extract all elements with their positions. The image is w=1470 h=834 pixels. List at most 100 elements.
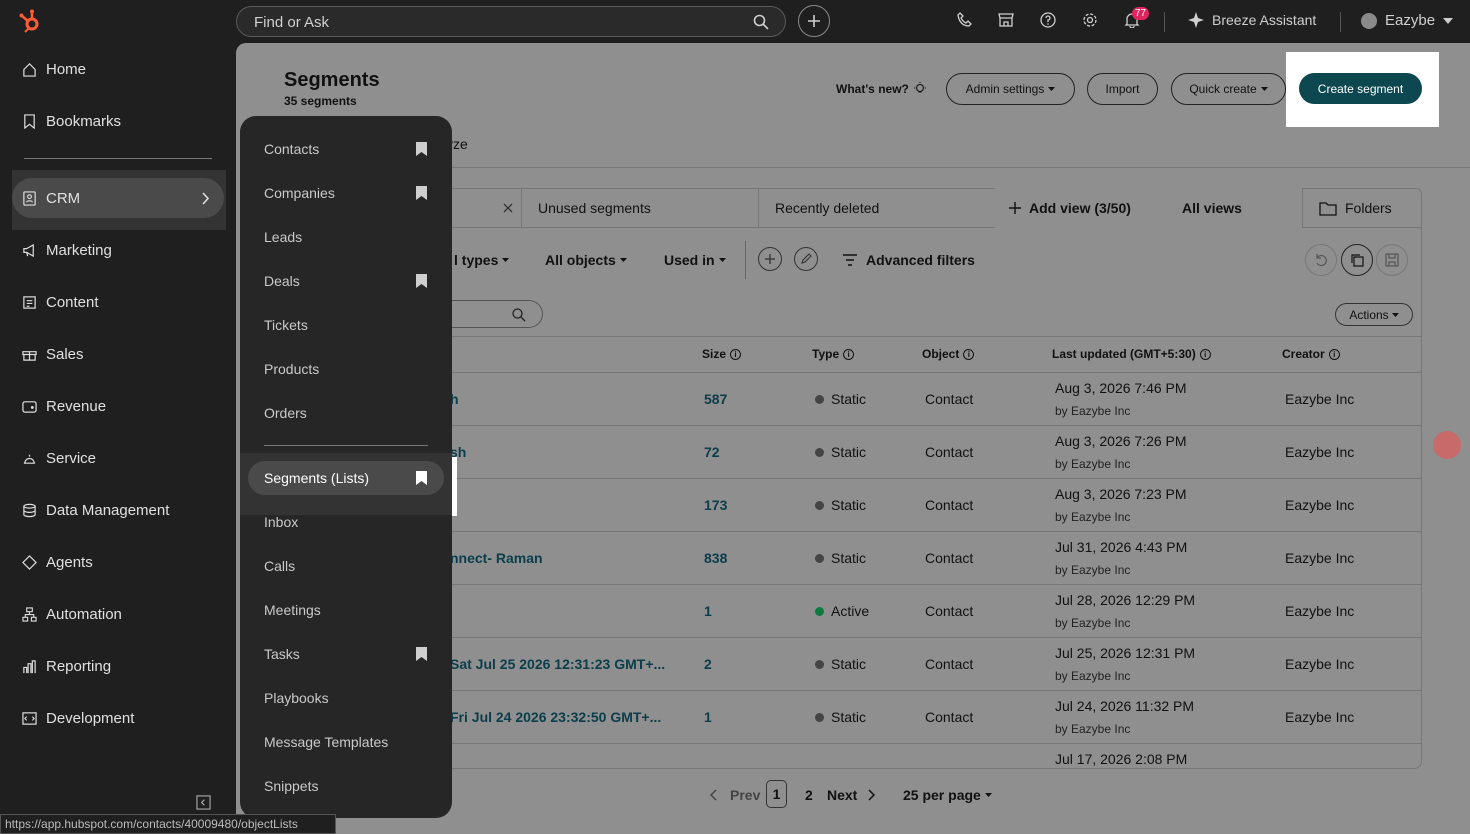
account-menu[interactable]: Eazybe <box>1361 12 1454 29</box>
marketplace-icon[interactable] <box>998 12 1014 28</box>
clone-view-button[interactable] <box>1341 244 1373 276</box>
nav-item-development[interactable]: Development <box>22 708 134 728</box>
global-search-input[interactable]: Find or Ask <box>236 6 786 37</box>
menu-item-products[interactable]: Products <box>264 361 319 377</box>
admin-settings-button[interactable]: Admin settings <box>946 73 1075 105</box>
menu-item-orders[interactable]: Orders <box>264 405 307 421</box>
add-filter-button[interactable] <box>758 247 782 271</box>
bookmark-filled-icon[interactable] <box>416 142 427 156</box>
whats-new-link[interactable]: What's new? <box>836 82 927 96</box>
segment-name-link[interactable]: Fri Jul 24 2026 23:32:50 GMT+... <box>450 709 661 725</box>
menu-item-tasks[interactable]: Tasks <box>264 646 300 662</box>
folders-button[interactable]: Folders <box>1302 188 1422 228</box>
translate-assistant-icon[interactable] <box>1433 431 1461 459</box>
menu-item-calls[interactable]: Calls <box>264 558 295 574</box>
column-size[interactable]: Size i <box>702 347 742 361</box>
bookmark-filled-icon[interactable] <box>416 647 427 661</box>
create-segment-button[interactable]: Create segment <box>1299 73 1422 104</box>
segments-search-input[interactable] <box>446 300 543 328</box>
segment-name-link[interactable]: nnect- Raman <box>450 550 543 566</box>
column-last-updated[interactable]: Last updated (GMT+5:30) i <box>1052 347 1211 361</box>
table-row[interactable]: Jul 17, 2026 2:08 PM <box>446 744 1421 768</box>
per-page-dropdown[interactable]: 25 per page <box>903 787 992 803</box>
actions-dropdown[interactable]: Actions <box>1335 303 1413 326</box>
prev-page-button[interactable]: Prev <box>710 787 760 803</box>
nav-label: CRM <box>46 189 81 207</box>
segment-size-link[interactable]: 587 <box>704 391 727 407</box>
help-icon[interactable] <box>1040 12 1056 28</box>
menu-item-companies[interactable]: Companies <box>264 185 335 201</box>
menu-item-tickets[interactable]: Tickets <box>264 317 308 333</box>
next-page-button[interactable]: Next <box>827 787 876 803</box>
table-row[interactable]: 1 Active Contact Jul 28, 2026 12:29 PM b… <box>446 585 1421 638</box>
settings-gear-icon[interactable] <box>1082 12 1098 28</box>
breeze-assistant-button[interactable]: Breeze Assistant <box>1188 12 1316 28</box>
table-row[interactable]: 173 Static Contact Aug 3, 2026 7:23 PM b… <box>446 479 1421 532</box>
tab-all-segments[interactable] <box>446 188 522 228</box>
nav-item-home[interactable]: Home <box>22 59 86 79</box>
tab-unused-segments[interactable]: Unused segments <box>521 188 759 228</box>
table-row[interactable]: Sat Jul 25 2026 12:31:23 GMT+... 2 Stati… <box>446 638 1421 691</box>
last-updated-by: by Eazybe Inc <box>1055 457 1131 471</box>
menu-item-meetings[interactable]: Meetings <box>264 602 321 618</box>
column-object[interactable]: Object i <box>922 347 975 361</box>
segment-size-link[interactable]: 1 <box>704 709 712 725</box>
import-button[interactable]: Import <box>1087 73 1158 105</box>
page-1-button[interactable]: 1 <box>766 780 787 808</box>
nav-item-content[interactable]: Content <box>22 292 99 312</box>
nav-item-data-management[interactable]: Data Management <box>22 500 169 520</box>
close-icon[interactable] <box>503 203 513 213</box>
all-views-button[interactable]: All views <box>1182 188 1262 228</box>
create-new-button[interactable] <box>798 5 830 37</box>
filter-types[interactable]: l types <box>454 252 510 268</box>
segment-size-link[interactable]: 838 <box>704 550 727 566</box>
nav-item-sales[interactable]: Sales <box>22 344 84 364</box>
table-row[interactable]: h 587 Static Contact Aug 3, 2026 7:46 PM… <box>446 373 1421 426</box>
nav-divider <box>24 158 212 159</box>
add-view-button[interactable]: Add view (3/50) <box>995 188 1150 228</box>
menu-item-leads[interactable]: Leads <box>264 229 302 245</box>
menu-item-inbox[interactable]: Inbox <box>264 514 298 530</box>
nav-item-reporting[interactable]: Reporting <box>22 656 111 676</box>
tab-recently-deleted[interactable]: Recently deleted <box>758 188 996 228</box>
save-view-button[interactable] <box>1376 244 1408 276</box>
menu-item-snippets[interactable]: Snippets <box>264 778 318 794</box>
menu-item-segments[interactable]: Segments (Lists) <box>264 470 369 486</box>
segment-size-link[interactable]: 1 <box>704 603 712 619</box>
menu-item-contacts[interactable]: Contacts <box>264 141 319 157</box>
menu-item-playbooks[interactable]: Playbooks <box>264 690 329 706</box>
nav-item-crm[interactable]: CRM <box>22 188 80 208</box>
nav-item-agents[interactable]: Agents <box>22 552 93 572</box>
segment-size-link[interactable]: 72 <box>704 444 720 460</box>
quick-create-button[interactable]: Quick create <box>1171 73 1286 105</box>
page-2-button[interactable]: 2 <box>805 787 813 803</box>
table-row[interactable]: sh 72 Static Contact Aug 3, 2026 7:26 PM… <box>446 426 1421 479</box>
nav-item-bookmarks[interactable]: Bookmarks <box>22 111 121 131</box>
menu-item-message-templates[interactable]: Message Templates <box>264 734 388 750</box>
table-row[interactable]: nnect- Raman 838 Static Contact Jul 31, … <box>446 532 1421 585</box>
table-row[interactable]: Fri Jul 24 2026 23:32:50 GMT+... 1 Stati… <box>446 691 1421 744</box>
segment-size-link[interactable]: 173 <box>704 497 727 513</box>
segment-name-link[interactable]: Sat Jul 25 2026 12:31:23 GMT+... <box>450 656 665 672</box>
bookmark-filled-icon[interactable] <box>416 274 427 288</box>
collapse-nav-icon[interactable] <box>196 795 211 810</box>
phone-icon[interactable] <box>957 12 973 28</box>
menu-item-deals[interactable]: Deals <box>264 273 300 289</box>
reset-view-button[interactable] <box>1305 244 1337 276</box>
column-creator[interactable]: Creator i <box>1282 347 1340 361</box>
nav-item-marketing[interactable]: Marketing <box>22 240 112 260</box>
last-updated-by: by Eazybe Inc <box>1055 510 1131 524</box>
nav-item-revenue[interactable]: Revenue <box>22 396 106 416</box>
edit-filter-button[interactable] <box>794 247 818 271</box>
nav-item-service[interactable]: Service <box>22 448 96 468</box>
bookmark-filled-icon[interactable] <box>416 471 427 485</box>
bookmark-filled-icon[interactable] <box>416 186 427 200</box>
hubspot-logo-icon[interactable] <box>18 8 42 34</box>
column-type[interactable]: Type i <box>812 347 855 361</box>
last-updated-by: by Eazybe Inc <box>1055 616 1131 630</box>
filter-objects[interactable]: All objects <box>545 252 627 268</box>
filter-used-in[interactable]: Used in <box>664 252 726 268</box>
nav-item-automation[interactable]: Automation <box>22 604 122 624</box>
segment-size-link[interactable]: 2 <box>704 656 712 672</box>
advanced-filters-button[interactable]: Advanced filters <box>842 252 975 268</box>
